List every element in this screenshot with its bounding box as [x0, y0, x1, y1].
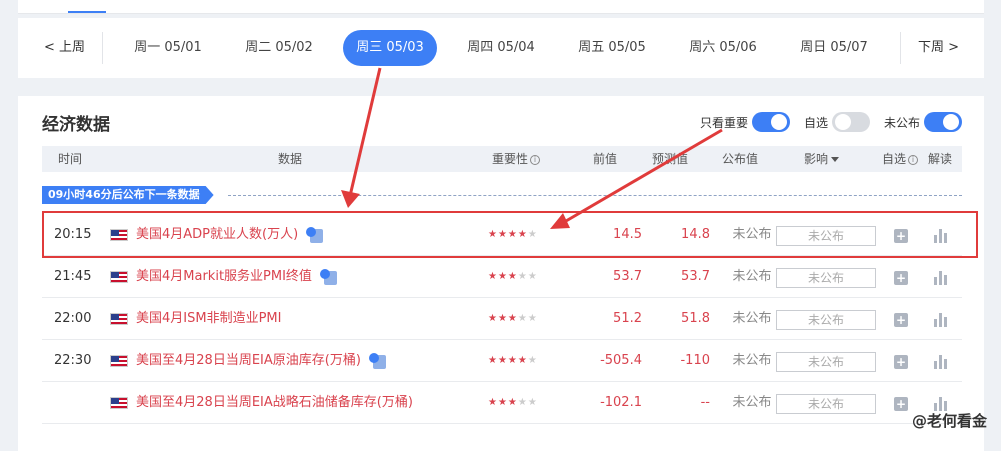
row-impact-box: 未公布 — [776, 394, 876, 414]
table-row: 21:45 美国4月Markit服务业PMI终值 ★★★★★ 53.7 53.7… — [42, 256, 962, 298]
watermark: @老何看金 — [911, 412, 987, 430]
video-icon[interactable] — [368, 352, 387, 369]
chevron-left-icon: < — [44, 40, 60, 55]
us-flag-icon — [110, 354, 128, 367]
day-tab-sun[interactable]: 周日 05/07 — [787, 30, 881, 66]
importance-stars: ★★★★★ — [488, 229, 538, 240]
important-only-switch[interactable] — [751, 112, 790, 132]
row-forecast: 51.8 — [681, 311, 710, 326]
importance-stars: ★★★★★ — [488, 397, 538, 408]
video-icon[interactable] — [306, 226, 324, 243]
next-week-button[interactable]: 下周 > — [918, 18, 959, 78]
header-analysis: 解读 — [928, 152, 953, 166]
bar-chart-icon[interactable] — [934, 313, 948, 327]
header-forecast: 预测值 — [652, 152, 689, 166]
header-time: 时间 — [58, 152, 83, 166]
header-previous: 前值 — [593, 152, 618, 166]
row-time: 21:45 — [54, 269, 92, 284]
prev-week-button[interactable]: < 上周 — [44, 18, 85, 78]
row-previous: 51.2 — [613, 311, 642, 326]
header-actual: 公布值 — [722, 152, 759, 166]
row-indicator-name[interactable]: 美国4月ADP就业人数(万人) — [110, 214, 324, 256]
bar-chart-icon[interactable] — [934, 355, 948, 369]
row-previous: 53.7 — [613, 269, 642, 284]
chevron-right-icon: > — [944, 40, 960, 55]
importance-stars: ★★★★★ — [488, 313, 538, 324]
row-time: 20:15 — [54, 227, 92, 242]
row-forecast: -- — [700, 395, 710, 410]
top-tab-strip — [18, 0, 984, 14]
row-indicator-name[interactable]: 美国至4月28日当周EIA战略石油储备库存(万桶) — [110, 382, 413, 424]
row-forecast: 14.8 — [681, 227, 710, 242]
us-flag-icon — [110, 396, 128, 409]
row-time: 22:00 — [54, 311, 92, 326]
add-watch-button[interactable]: + — [894, 397, 908, 411]
panel-title: 经济数据 — [42, 115, 110, 135]
divider — [102, 32, 103, 64]
row-impact-box: 未公布 — [776, 352, 876, 372]
table-row: 美国至4月28日当周EIA战略石油储备库存(万桶) ★★★★★ -102.1 -… — [42, 382, 962, 424]
header-watch: 自选 i — [882, 146, 919, 172]
row-impact-box: 未公布 — [776, 268, 876, 288]
add-watch-button[interactable]: + — [894, 313, 908, 327]
info-icon: i — [530, 154, 541, 165]
row-actual: 未公布 — [732, 269, 772, 284]
header-data: 数据 — [278, 152, 303, 166]
table-header: 时间 数据 重要性 i 前值 预测值 公布值 影响 自选 i 解读 — [42, 146, 962, 172]
us-flag-icon — [110, 270, 128, 283]
bar-chart-icon[interactable] — [934, 397, 948, 411]
bar-chart-icon[interactable] — [934, 271, 948, 285]
toggle-unpublished[interactable]: 未公布 — [884, 112, 962, 132]
toggle-watchlist[interactable]: 自选 — [804, 112, 870, 132]
table-row: 20:15 美国4月ADP就业人数(万人) ★★★★★ 14.5 14.8 未公… — [42, 214, 962, 256]
divider — [900, 32, 901, 64]
bar-chart-icon[interactable] — [934, 229, 948, 243]
row-indicator-name[interactable]: 美国4月Markit服务业PMI终值 — [110, 256, 338, 298]
video-icon[interactable] — [319, 268, 338, 285]
table-row: 22:00 美国4月ISM非制造业PMI ★★★★★ 51.2 51.8 未公布… — [42, 298, 962, 340]
day-tab-tue[interactable]: 周二 05/02 — [232, 30, 326, 66]
importance-stars: ★★★★★ — [488, 355, 538, 366]
row-actual: 未公布 — [732, 395, 772, 410]
toggle-important-only[interactable]: 只看重要 — [700, 112, 790, 132]
row-previous: 14.5 — [613, 227, 642, 242]
row-indicator-name[interactable]: 美国4月ISM非制造业PMI — [110, 298, 281, 340]
add-watch-button[interactable]: + — [894, 271, 908, 285]
row-actual: 未公布 — [732, 353, 772, 368]
row-actual: 未公布 — [732, 227, 772, 242]
table-row: 22:30 美国至4月28日当周EIA原油库存(万桶) ★★★★★ -505.4… — [42, 340, 962, 382]
row-impact-box: 未公布 — [776, 310, 876, 330]
row-actual: 未公布 — [732, 311, 772, 326]
header-importance: 重要性 i — [492, 146, 541, 172]
countdown-badge: 09小时46分后公布下一条数据 — [42, 186, 214, 204]
importance-stars: ★★★★★ — [488, 271, 538, 282]
row-time: 22:30 — [54, 353, 92, 368]
row-forecast: 53.7 — [681, 269, 710, 284]
day-tab-fri[interactable]: 周五 05/05 — [565, 30, 659, 66]
countdown-divider — [228, 195, 962, 196]
date-navigation-bar: < 上周 周一 05/01 周二 05/02 周三 05/03 周四 05/04… — [18, 18, 984, 78]
row-previous: -505.4 — [600, 353, 642, 368]
unpublished-switch[interactable] — [924, 112, 962, 132]
row-previous: -102.1 — [600, 395, 642, 410]
day-tab-mon[interactable]: 周一 05/01 — [121, 30, 215, 66]
row-forecast: -110 — [680, 353, 710, 368]
day-tab-wed[interactable]: 周三 05/03 — [343, 30, 437, 66]
row-indicator-name[interactable]: 美国至4月28日当周EIA原油库存(万桶) — [110, 340, 387, 382]
us-flag-icon — [110, 228, 128, 241]
row-impact-box: 未公布 — [776, 226, 876, 246]
filter-toggles: 只看重要 自选 未公布 — [686, 112, 962, 132]
sort-down-icon — [831, 157, 840, 162]
add-watch-button[interactable]: + — [894, 355, 908, 369]
header-impact[interactable]: 影响 — [804, 146, 840, 172]
info-icon: i — [908, 154, 919, 165]
add-watch-button[interactable]: + — [894, 229, 908, 243]
economic-data-panel: 经济数据 只看重要 自选 未公布 时间 数据 重要性 i 前值 预测值 公布值 影… — [18, 96, 984, 451]
day-tab-thu[interactable]: 周四 05/04 — [454, 30, 548, 66]
watchlist-switch[interactable] — [831, 112, 870, 132]
active-tab-indicator — [68, 11, 106, 13]
us-flag-icon — [110, 312, 128, 325]
day-tab-sat[interactable]: 周六 05/06 — [676, 30, 770, 66]
